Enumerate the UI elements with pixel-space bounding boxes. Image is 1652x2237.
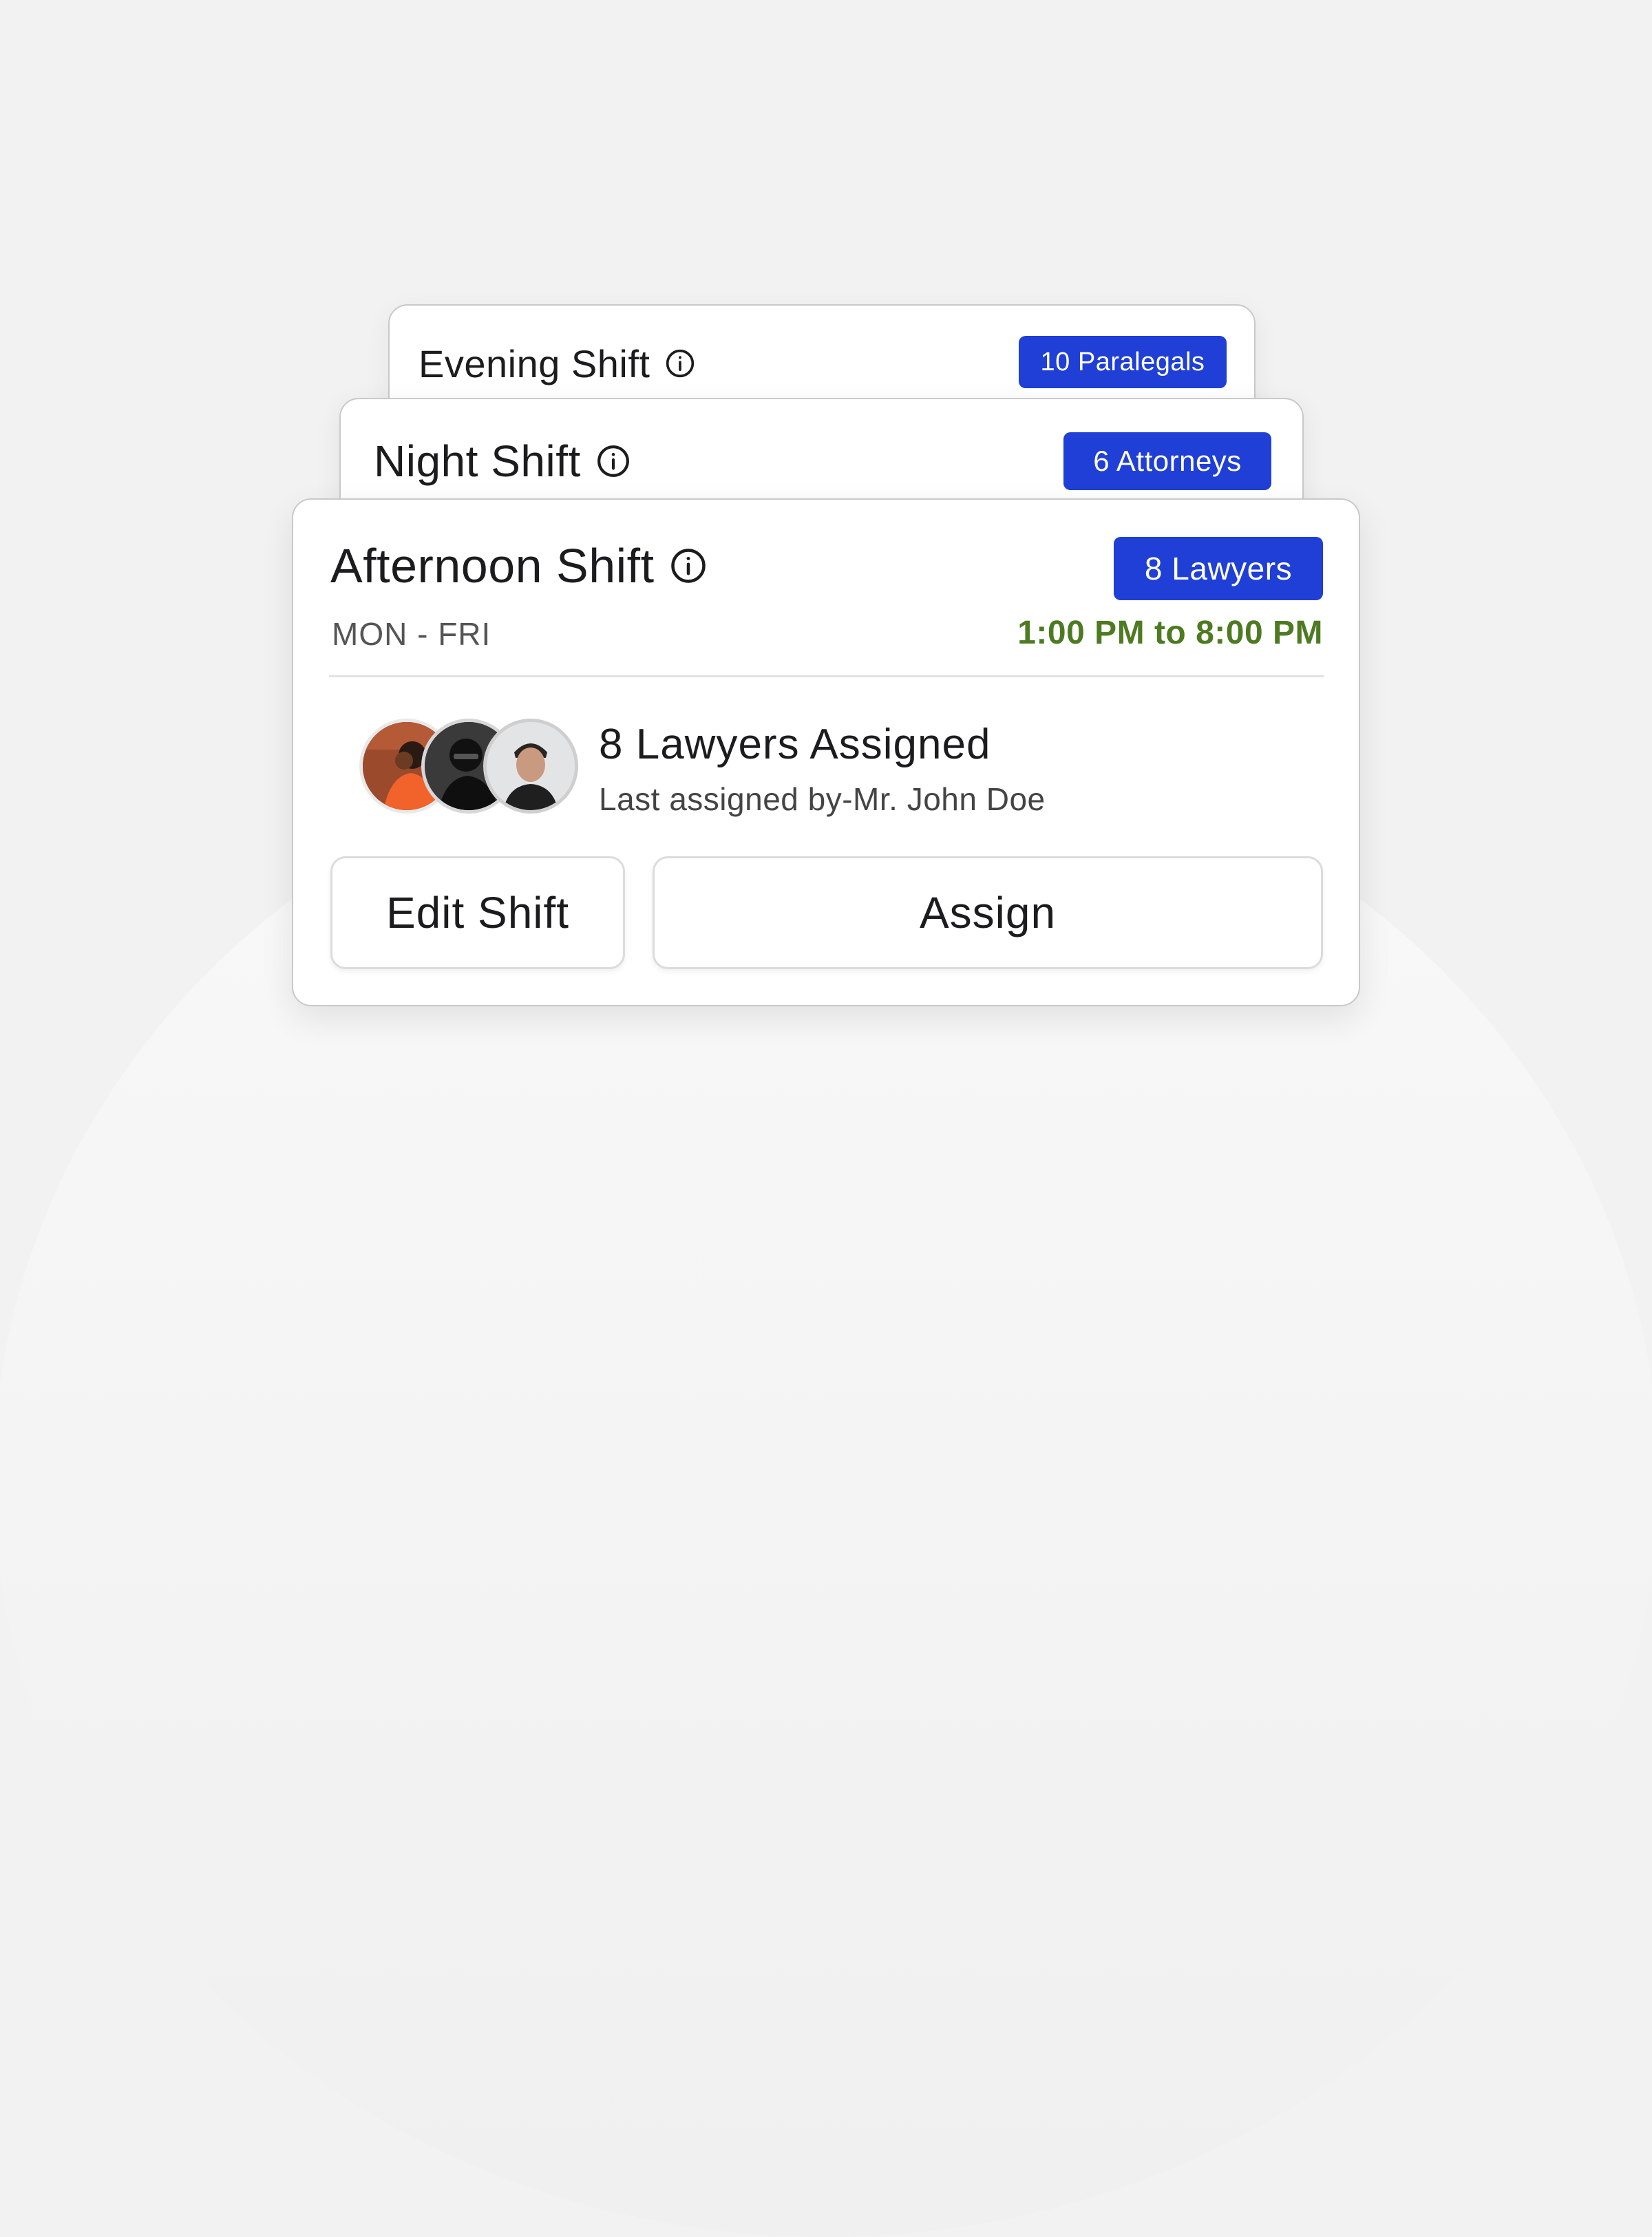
avatar-stack [359, 719, 586, 822]
night-shift-title: Night Shift [374, 436, 581, 486]
assigned-count: 8 Lawyers Assigned [599, 721, 991, 768]
attorneys-count-badge: 6 Attorneys [1063, 432, 1271, 490]
lawyers-count-badge: 8 Lawyers [1114, 537, 1323, 600]
assign-button[interactable]: Assign [653, 856, 1323, 969]
avatar [483, 719, 578, 814]
shift-hours: 1:00 PM to 8:00 PM [1017, 615, 1323, 651]
paralegals-count-badge: 10 Paralegals [1019, 336, 1227, 388]
edit-shift-button[interactable]: Edit Shift [330, 856, 625, 969]
card-header: Evening Shift [419, 336, 695, 391]
afternoon-shift-card: Afternoon Shift 8 Lawyers MON - FRI 1:00… [292, 498, 1360, 1006]
last-assigned-by: Last assigned by-Mr. John Doe [599, 781, 1046, 817]
shift-days: MON - FRI [332, 616, 491, 652]
divider [329, 675, 1324, 677]
evening-shift-title: Evening Shift [419, 341, 650, 385]
info-icon[interactable] [670, 547, 707, 584]
afternoon-shift-title: Afternoon Shift [330, 539, 655, 593]
info-icon[interactable] [665, 348, 695, 379]
card-header: Night Shift [374, 427, 631, 496]
info-icon[interactable] [596, 444, 631, 478]
card-header: Afternoon Shift [330, 531, 707, 600]
